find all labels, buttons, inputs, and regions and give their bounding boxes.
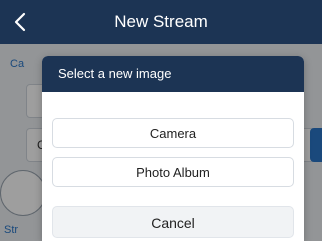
top-navigation-bar: New Stream: [0, 0, 322, 44]
page-title: New Stream: [114, 12, 208, 31]
dialog-title: Select a new image: [58, 66, 172, 81]
cancel-button[interactable]: Cancel: [52, 206, 294, 238]
select-image-dialog: Select a new image Camera Photo Album Ca…: [42, 56, 304, 241]
photo-album-button[interactable]: Photo Album: [52, 157, 294, 187]
camera-button[interactable]: Camera: [52, 118, 294, 148]
dialog-header: Select a new image: [42, 56, 304, 92]
